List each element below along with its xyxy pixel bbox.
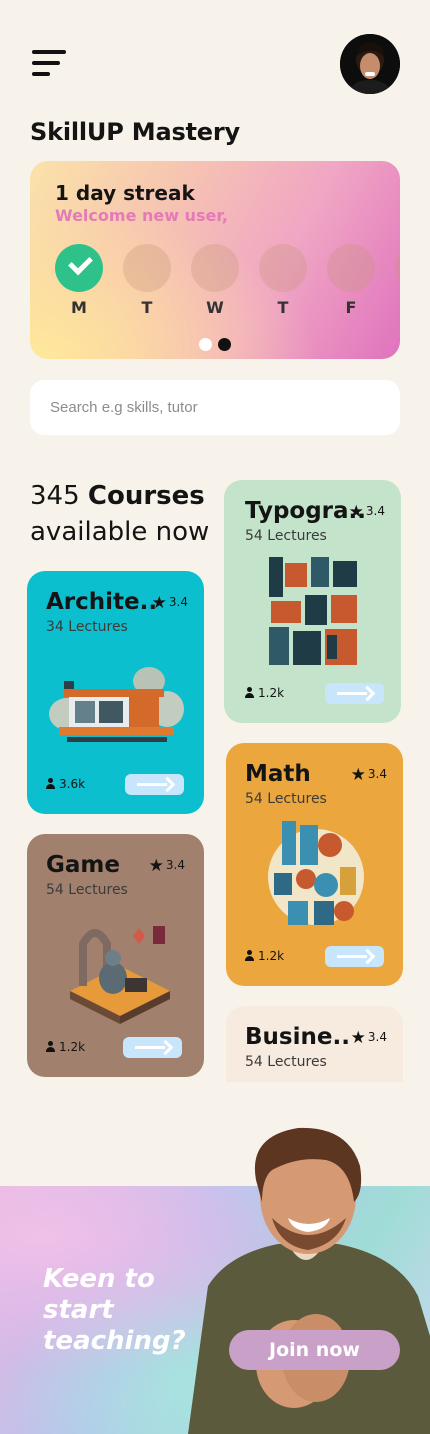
course-card-game[interactable]: Game ★ 3.4 54 Lectures 1.2k bbox=[27, 834, 204, 1077]
day-circle bbox=[395, 244, 400, 292]
course-name: Busine.. bbox=[245, 1024, 350, 1050]
course-rating: ★ 3.4 bbox=[151, 593, 188, 613]
page-title: SkillUP Mastery bbox=[30, 118, 240, 146]
join-now-button[interactable]: Join now bbox=[229, 1330, 400, 1370]
day-thursday: T bbox=[259, 244, 307, 317]
course-rating: ★ 3.4 bbox=[348, 502, 385, 522]
course-rating: ★ 3.4 bbox=[148, 856, 185, 876]
course-card-business[interactable]: Busine.. ★ 3.4 54 Lectures bbox=[226, 1006, 403, 1082]
course-open-button[interactable] bbox=[125, 774, 184, 795]
streak-title: 1 day streak bbox=[55, 181, 195, 205]
banner-text: Keen to start teaching? bbox=[43, 1264, 186, 1356]
day-label: W bbox=[206, 298, 224, 317]
courses-word: Courses bbox=[87, 481, 205, 511]
day-circle bbox=[191, 244, 239, 292]
course-lectures: 34 Lectures bbox=[46, 619, 128, 635]
course-open-button[interactable] bbox=[325, 683, 384, 704]
courses-subheading: available now bbox=[30, 517, 210, 547]
course-card-math[interactable]: Math ★ 3.4 54 Lectures 1.2k bbox=[226, 743, 403, 986]
tutor-photo bbox=[188, 1127, 430, 1434]
user-icon bbox=[46, 778, 55, 789]
course-name: Math bbox=[245, 761, 311, 787]
math-numbers-illustration bbox=[268, 821, 364, 925]
day-friday: F bbox=[327, 244, 375, 317]
course-learners: 1.2k bbox=[245, 949, 284, 963]
day-label: F bbox=[345, 298, 357, 317]
course-learners: 1.2k bbox=[245, 686, 284, 700]
game-illustration bbox=[70, 926, 170, 1024]
day-circle bbox=[259, 244, 307, 292]
course-open-button[interactable] bbox=[325, 946, 384, 967]
course-rating: ★ 3.4 bbox=[350, 765, 387, 785]
course-lectures: 54 Lectures bbox=[245, 1054, 327, 1070]
carousel-dot[interactable] bbox=[199, 338, 212, 351]
search-input[interactable] bbox=[30, 380, 400, 435]
star-icon: ★ bbox=[148, 856, 164, 876]
course-card-architecture[interactable]: Archite.. ★ 3.4 34 Lectures 3.6k bbox=[27, 571, 204, 814]
star-icon: ★ bbox=[350, 1028, 366, 1048]
day-label: T bbox=[277, 298, 289, 317]
courses-heading: 345 Courses available now bbox=[30, 478, 209, 550]
star-icon: ★ bbox=[348, 502, 364, 522]
course-lectures: 54 Lectures bbox=[245, 528, 327, 544]
star-icon: ★ bbox=[151, 593, 167, 613]
user-icon bbox=[245, 950, 254, 961]
streak-card: 1 day streak Welcome new user, M T W T F bbox=[30, 161, 400, 359]
user-icon bbox=[245, 687, 254, 698]
day-tuesday: T bbox=[123, 244, 171, 317]
check-icon bbox=[55, 244, 103, 292]
course-lectures: 54 Lectures bbox=[46, 882, 128, 898]
course-card-typography[interactable]: Typogra.. ★ 3.4 54 Lectures 1.2k bbox=[224, 480, 401, 723]
course-rating: ★ 3.4 bbox=[350, 1028, 387, 1048]
day-circle bbox=[123, 244, 171, 292]
carousel-dot-active[interactable] bbox=[218, 338, 231, 351]
menu-icon[interactable] bbox=[30, 48, 70, 82]
avatar[interactable] bbox=[340, 34, 400, 94]
course-name: Game bbox=[46, 852, 120, 878]
courses-count: 345 bbox=[30, 481, 80, 511]
course-learners: 3.6k bbox=[46, 777, 85, 791]
carousel-dots[interactable] bbox=[199, 336, 237, 355]
course-learners: 1.2k bbox=[46, 1040, 85, 1054]
day-wednesday: W bbox=[191, 244, 239, 317]
house-illustration bbox=[49, 667, 184, 742]
course-lectures: 54 Lectures bbox=[245, 791, 327, 807]
day-monday: M bbox=[55, 244, 103, 317]
day-label: M bbox=[71, 298, 87, 317]
day-partial bbox=[395, 244, 400, 292]
course-open-button[interactable] bbox=[123, 1037, 182, 1058]
welcome-text: Welcome new user, bbox=[55, 206, 228, 225]
star-icon: ★ bbox=[350, 765, 366, 785]
course-name: Archite.. bbox=[46, 589, 158, 615]
user-icon bbox=[46, 1041, 55, 1052]
day-label: T bbox=[141, 298, 153, 317]
typography-illustration bbox=[267, 555, 362, 668]
day-circle bbox=[327, 244, 375, 292]
